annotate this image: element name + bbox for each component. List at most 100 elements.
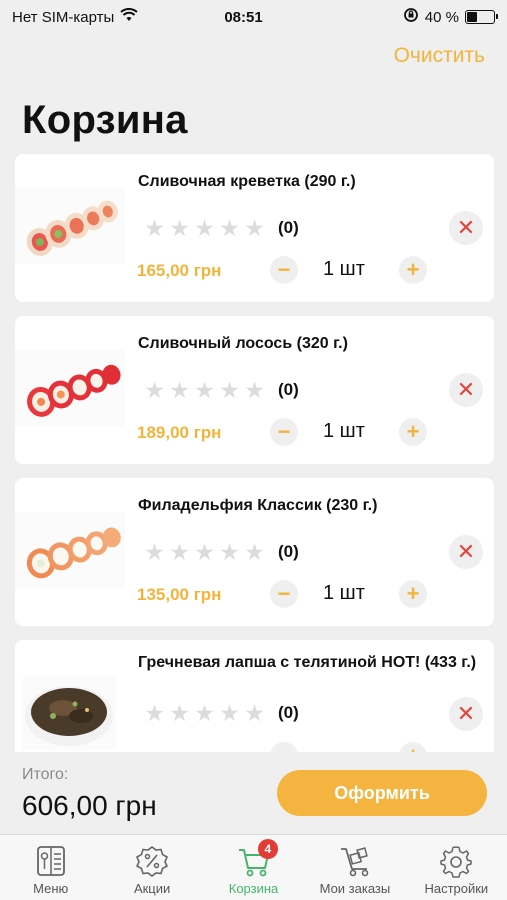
total-label: Итого: bbox=[22, 766, 69, 783]
cart-item[interactable]: Гречневая лапша с телятиной HOT! (433 г.… bbox=[15, 640, 494, 752]
tab-bar: Меню Акции 4 Корзина Мои заказы Настройк… bbox=[0, 834, 507, 900]
product-image[interactable] bbox=[15, 188, 125, 264]
rating-count: (0) bbox=[278, 542, 299, 561]
star-icon: ★ bbox=[144, 539, 165, 565]
product-price: 135,00 грн bbox=[137, 585, 222, 604]
settings-gear-icon bbox=[438, 843, 474, 879]
decrease-quantity-button[interactable]: − bbox=[270, 256, 298, 284]
minus-icon: − bbox=[277, 257, 291, 282]
quantity-value: 1 шт bbox=[323, 582, 365, 604]
star-icon: ★ bbox=[244, 539, 265, 565]
carrier-text: Нет SIM-карты bbox=[12, 8, 115, 26]
battery-percent: 40 % bbox=[424, 8, 459, 26]
quantity-value: 1 шт bbox=[323, 420, 365, 442]
order-summary: Итого: 606,00 грн Оформить bbox=[0, 752, 507, 834]
plus-icon: + bbox=[406, 257, 420, 282]
product-name[interactable]: Сливочная креветка (290 г.) bbox=[138, 171, 478, 192]
increase-quantity-button[interactable]: + bbox=[399, 418, 427, 446]
tab-label: Настройки bbox=[424, 881, 489, 896]
increase-quantity-button[interactable]: + bbox=[399, 256, 427, 284]
tab-my-orders[interactable]: Мои заказы bbox=[304, 835, 405, 900]
status-left: Нет SIM-карты bbox=[12, 8, 192, 26]
clear-cart-button[interactable]: Очистить bbox=[394, 44, 485, 68]
product-name[interactable]: Филадельфия Классик (230 г.) bbox=[138, 495, 478, 516]
star-icon: ★ bbox=[194, 215, 215, 241]
tab-promotions[interactable]: Акции bbox=[101, 835, 202, 900]
rating-stars: ★ ★ ★ ★ ★ (0) bbox=[143, 378, 299, 402]
orders-icon bbox=[337, 843, 373, 879]
star-icon: ★ bbox=[144, 377, 165, 403]
tab-label: Мои заказы bbox=[319, 881, 391, 896]
page-title: Корзина bbox=[22, 98, 188, 142]
close-icon: ✕ bbox=[456, 215, 476, 240]
star-icon: ★ bbox=[194, 700, 215, 726]
star-icon: ★ bbox=[194, 539, 215, 565]
remove-item-button[interactable]: ✕ bbox=[449, 697, 483, 731]
star-icon: ★ bbox=[244, 377, 265, 403]
close-icon: ✕ bbox=[456, 701, 476, 726]
star-icon: ★ bbox=[244, 215, 265, 241]
minus-icon: − bbox=[277, 581, 291, 606]
minus-icon: − bbox=[277, 419, 291, 444]
menu-book-icon bbox=[33, 843, 69, 879]
discount-icon bbox=[134, 843, 170, 879]
status-time: 08:51 bbox=[224, 8, 263, 26]
increase-quantity-button[interactable]: + bbox=[399, 742, 427, 752]
product-price: 165,00 грн bbox=[137, 261, 222, 280]
remove-item-button[interactable]: ✕ bbox=[449, 535, 483, 569]
star-icon: ★ bbox=[144, 700, 165, 726]
star-icon: ★ bbox=[194, 377, 215, 403]
star-icon: ★ bbox=[169, 700, 190, 726]
quantity-value: 1 шт bbox=[323, 258, 365, 280]
decrease-quantity-button[interactable]: − bbox=[270, 742, 298, 752]
remove-item-button[interactable]: ✕ bbox=[449, 373, 483, 407]
star-icon: ★ bbox=[219, 539, 240, 565]
product-name[interactable]: Гречневая лапша с телятиной HOT! (433 г.… bbox=[138, 652, 478, 673]
rating-count: (0) bbox=[278, 218, 299, 237]
cart-item[interactable]: Филадельфия Классик (230 г.) ★ ★ ★ ★ ★ (… bbox=[15, 478, 494, 626]
tab-settings[interactable]: Настройки bbox=[406, 835, 507, 900]
product-name[interactable]: Сливочный лосось (320 г.) bbox=[138, 333, 478, 354]
rating-stars: ★ ★ ★ ★ ★ (0) bbox=[143, 216, 299, 240]
close-icon: ✕ bbox=[456, 539, 476, 564]
cart-list[interactable]: Сливочная креветка (290 г.) ★ ★ ★ ★ ★ (0… bbox=[15, 154, 494, 752]
star-icon: ★ bbox=[144, 215, 165, 241]
star-icon: ★ bbox=[169, 377, 190, 403]
cart-item[interactable]: Сливочная креветка (290 г.) ★ ★ ★ ★ ★ (0… bbox=[15, 154, 494, 302]
rating-stars: ★ ★ ★ ★ ★ (0) bbox=[143, 701, 299, 725]
tab-label: Меню bbox=[33, 881, 69, 896]
wifi-icon bbox=[120, 8, 138, 26]
status-right: 40 % bbox=[315, 7, 498, 27]
plus-icon: + bbox=[406, 419, 420, 444]
orientation-lock-icon bbox=[403, 7, 419, 27]
product-image[interactable] bbox=[23, 676, 116, 750]
rating-count: (0) bbox=[278, 380, 299, 399]
star-icon: ★ bbox=[219, 700, 240, 726]
star-icon: ★ bbox=[169, 539, 190, 565]
plus-icon: + bbox=[407, 745, 420, 753]
status-bar: Нет SIM-карты 08:51 40 % bbox=[0, 0, 507, 34]
total-value: 606,00 грн bbox=[22, 790, 157, 821]
star-icon: ★ bbox=[244, 700, 265, 726]
star-icon: ★ bbox=[169, 215, 190, 241]
cart-count-badge: 4 bbox=[257, 839, 278, 859]
product-image[interactable] bbox=[15, 512, 125, 588]
minus-icon: − bbox=[278, 745, 291, 753]
battery-icon bbox=[465, 10, 498, 24]
checkout-button[interactable]: Оформить bbox=[277, 770, 487, 816]
product-price: 189,00 грн bbox=[137, 423, 222, 442]
star-icon: ★ bbox=[219, 215, 240, 241]
increase-quantity-button[interactable]: + bbox=[399, 580, 427, 608]
cart-item[interactable]: Сливочный лосось (320 г.) ★ ★ ★ ★ ★ (0) … bbox=[15, 316, 494, 464]
tab-menu[interactable]: Меню bbox=[0, 835, 101, 900]
decrease-quantity-button[interactable]: − bbox=[270, 418, 298, 446]
plus-icon: + bbox=[406, 581, 420, 606]
rating-stars: ★ ★ ★ ★ ★ (0) bbox=[143, 540, 299, 564]
tab-label: Корзина bbox=[228, 881, 279, 896]
tab-label: Акции bbox=[133, 881, 171, 896]
close-icon: ✕ bbox=[456, 377, 476, 402]
tab-cart[interactable]: 4 Корзина bbox=[203, 835, 304, 900]
product-image[interactable] bbox=[15, 350, 125, 426]
decrease-quantity-button[interactable]: − bbox=[270, 580, 298, 608]
remove-item-button[interactable]: ✕ bbox=[449, 211, 483, 245]
